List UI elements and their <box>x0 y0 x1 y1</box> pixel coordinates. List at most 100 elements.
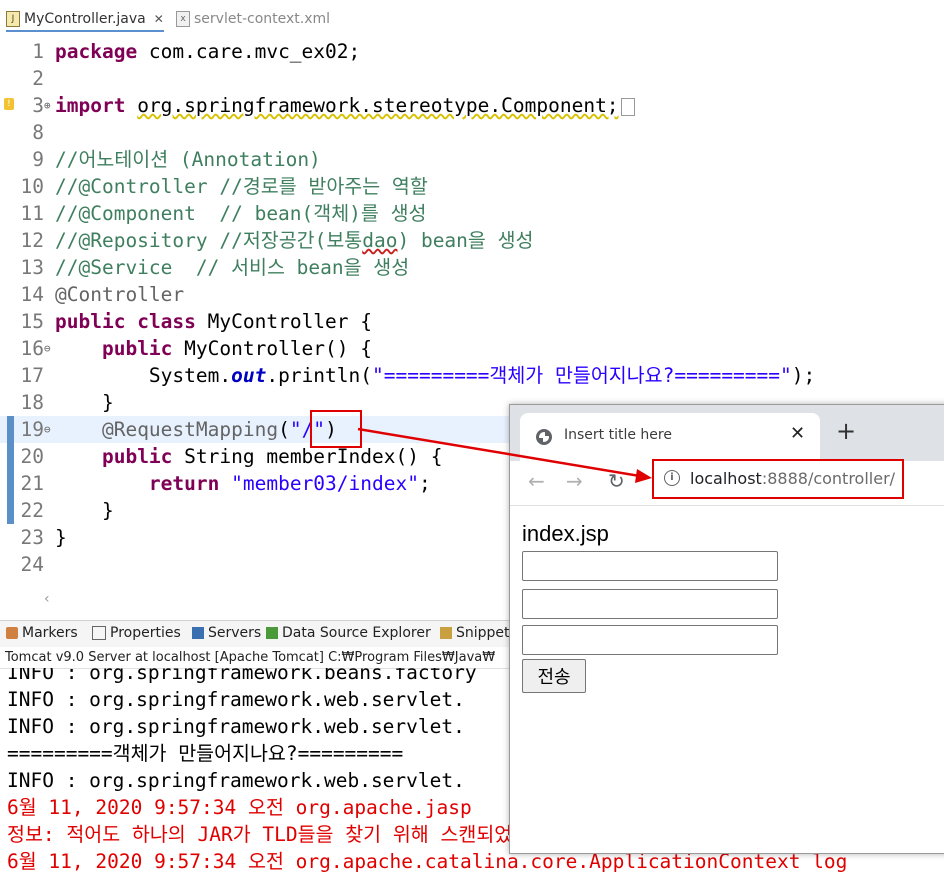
line-number: 10 <box>20 175 44 198</box>
code-line[interactable]: 2 <box>0 65 944 92</box>
new-tab-button[interactable]: + <box>836 419 856 443</box>
text-input-2[interactable] <box>522 589 778 619</box>
console-line: INFO : org.springframework.web.servlet. <box>7 688 465 711</box>
code-text: } <box>55 526 67 549</box>
console-line: INFO : org.springframework.web.servlet. <box>7 715 465 738</box>
fold-toggle-icon[interactable]: ⊕ <box>44 92 51 119</box>
code-text: public MyController() { <box>101 337 373 360</box>
code-text: public String memberIndex() { <box>101 445 443 468</box>
line-number: 18 <box>20 391 44 414</box>
line-number: 1 <box>32 40 44 63</box>
info-icon[interactable]: i <box>664 470 680 486</box>
code-text: public class MyController { <box>55 310 373 333</box>
tab-label: servlet-context.xml <box>194 11 331 27</box>
line-number: 24 <box>20 553 44 576</box>
tab-label: Snippets <box>456 625 517 641</box>
editor-horizontal-scrollbar[interactable]: ‹ <box>44 588 514 608</box>
tab-label: Markers <box>22 625 78 641</box>
line-number: 15 <box>20 310 44 333</box>
editor-tab-bar: J MyController.java ✕ x servlet-context.… <box>0 0 944 38</box>
line-number: 14 <box>20 283 44 306</box>
code-line[interactable]: 9 //어노테이션 (Annotation) <box>0 146 944 173</box>
tab-snippets[interactable]: Snippets <box>440 625 517 641</box>
tab-mycontroller-java[interactable]: J MyController.java ✕ <box>6 8 164 32</box>
xml-file-icon: x <box>176 11 190 27</box>
code-text: import org.springframework.stereotype.Co… <box>55 92 635 119</box>
browser-tab[interactable]: Insert title here ✕ <box>520 413 820 461</box>
url-text: localhost:8888/controller/ <box>690 469 895 488</box>
tab-label: Properties <box>110 625 181 641</box>
code-text: @Controller <box>55 283 185 306</box>
address-bar[interactable]: i localhost:8888/controller/ <box>652 459 904 499</box>
globe-icon <box>536 429 552 445</box>
properties-icon <box>92 626 106 640</box>
close-icon[interactable]: ✕ <box>154 12 164 26</box>
console-line: INFO : org.springframework.beans.factory <box>7 668 477 684</box>
submit-button[interactable]: 전송 <box>522 659 586 693</box>
code-line[interactable]: 3 ⊕! import org.springframework.stereotype… <box>0 92 944 119</box>
code-text: System.out.println("=========객체가 만들어지나요?… <box>55 364 816 387</box>
highlight-box <box>310 410 362 448</box>
code-line[interactable]: 16 ⊖ public MyController() { <box>0 335 944 362</box>
code-text: //@Controller //경로를 받아주는 역할 <box>55 175 428 198</box>
console-line: 정보: 적어도 하나의 JAR가 TLD들을 찾기 위해 스캔되었 <box>7 823 513 846</box>
tab-markers[interactable]: Markers <box>6 625 78 641</box>
fold-toggle-icon[interactable]: ⊖ <box>44 335 51 362</box>
url-path: :8888/controller/ <box>761 469 896 488</box>
line-number: 8 <box>32 121 44 144</box>
line-number: 9 <box>32 148 44 171</box>
java-file-icon: J <box>6 11 20 27</box>
text-input-3[interactable] <box>522 625 778 655</box>
line-number: 2 <box>32 67 44 90</box>
warning-icon: ! <box>4 98 14 110</box>
browser-tab-title: Insert title here <box>564 427 672 443</box>
tab-properties[interactable]: Properties <box>92 625 181 641</box>
tab-data-source-explorer[interactable]: Data Source Explorer <box>266 625 431 641</box>
tab-label: MyController.java <box>24 11 146 27</box>
url-host: localhost <box>690 469 762 488</box>
code-text: //어노테이션 (Annotation) <box>55 148 321 171</box>
page-content: index.jsp 전송 <box>510 505 944 853</box>
code-text: } <box>55 391 114 414</box>
line-number: 11 <box>20 202 44 225</box>
code-text: return "member03/index"; <box>148 472 431 495</box>
line-number: 12 <box>20 229 44 252</box>
servers-icon <box>192 627 204 639</box>
tab-servlet-context-xml[interactable]: x servlet-context.xml <box>176 8 330 30</box>
browser-window: Insert title here ✕ + ← → ↻ i localhost:… <box>509 404 944 854</box>
code-text: @RequestMapping("/") <box>101 418 337 441</box>
forward-icon[interactable]: → <box>566 469 583 493</box>
line-number: 23 <box>20 526 44 549</box>
tab-servers[interactable]: Servers <box>192 625 261 641</box>
tab-label: Data Source Explorer <box>282 625 431 641</box>
scroll-left-icon[interactable]: ‹ <box>44 591 50 607</box>
code-line[interactable]: 1 package com.care.mvc_ex02; <box>0 38 944 65</box>
markers-icon <box>6 627 18 639</box>
line-number: 16 <box>20 337 44 360</box>
code-line[interactable]: 17 System.out.println("=========객체가 만들어지… <box>0 362 944 389</box>
console-line: INFO : org.springframework.web.servlet. <box>7 769 465 792</box>
code-text: //@Service // 서비스 bean을 생성 <box>55 256 410 279</box>
code-text: //@Component // bean(객체)를 생성 <box>55 202 427 225</box>
code-line[interactable]: 10 //@Controller //경로를 받아주는 역할 <box>0 173 944 200</box>
code-line[interactable]: 13 //@Service // 서비스 bean을 생성 <box>0 254 944 281</box>
close-icon[interactable]: ✕ <box>790 423 805 444</box>
code-line[interactable]: 8 <box>0 119 944 146</box>
code-text: package com.care.mvc_ex02; <box>55 40 361 63</box>
console-line: 6월 11, 2020 9:57:34 오전 org.apache.jasp <box>7 796 472 819</box>
snippets-icon <box>440 627 452 639</box>
code-text: //@Repository //저장공간(보통dao) bean을 생성 <box>55 229 534 252</box>
reload-icon[interactable]: ↻ <box>608 469 625 493</box>
text-input-1[interactable] <box>522 551 778 581</box>
code-line[interactable]: 11 //@Component // bean(객체)를 생성 <box>0 200 944 227</box>
change-marker <box>7 416 14 524</box>
line-number: 17 <box>20 364 44 387</box>
code-line[interactable]: 14 @Controller <box>0 281 944 308</box>
console-line: =========객체가 만들어지나요?========= <box>7 742 404 765</box>
code-line[interactable]: 15 public class MyController { <box>0 308 944 335</box>
tab-label: Servers <box>208 625 262 641</box>
back-icon[interactable]: ← <box>528 469 545 493</box>
fold-toggle-icon[interactable]: ⊖ <box>44 416 51 443</box>
code-line[interactable]: 12 //@Repository //저장공간(보통dao) bean을 생성 <box>0 227 944 254</box>
code-text: } <box>55 499 114 522</box>
